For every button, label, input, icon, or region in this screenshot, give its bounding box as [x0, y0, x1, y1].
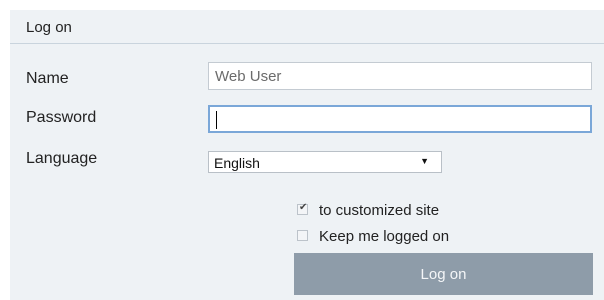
name-label: Name [26, 70, 69, 87]
customized-site-checkbox[interactable]: ✔ [297, 202, 308, 215]
password-field[interactable] [208, 105, 592, 133]
logon-panel: Log on Name Password Language English ▼ … [10, 10, 604, 300]
panel-header: Log on [10, 10, 604, 44]
customized-site-label: to customized site [319, 202, 440, 219]
name-field[interactable] [208, 62, 592, 90]
language-selected-value: English [214, 155, 260, 171]
checkmark-icon: ✔ [299, 202, 308, 213]
language-label: Language [26, 150, 98, 167]
text-caret [216, 111, 217, 129]
keep-logged-on-checkbox[interactable] [297, 230, 308, 241]
keep-logged-on-label: Keep me logged on [319, 228, 450, 245]
logon-button[interactable]: Log on [294, 253, 593, 295]
password-label: Password [26, 109, 97, 126]
language-select[interactable]: English ▼ [208, 151, 442, 173]
dropdown-arrow-icon: ▼ [420, 156, 429, 166]
panel-title: Log on [26, 19, 72, 36]
